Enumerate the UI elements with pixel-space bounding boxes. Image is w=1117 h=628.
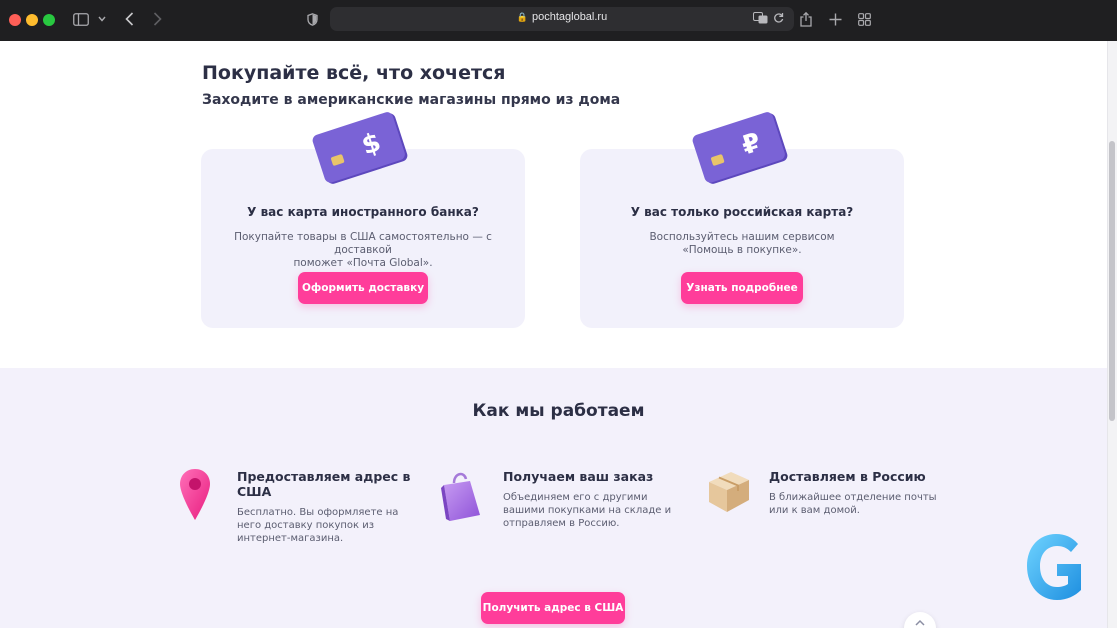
page-scrollbar[interactable]: [1107, 41, 1117, 628]
card-heading: У вас только российская карта?: [630, 205, 854, 219]
page-subtitle: Заходите в американские магазины прямо и…: [202, 92, 621, 108]
foreign-bank-card-panel: У вас карта иностранного банка? Покупайт…: [201, 149, 525, 328]
step-title-line: США: [237, 484, 272, 499]
step-description-line: интернет-магазина.: [237, 533, 344, 544]
back-icon[interactable]: [120, 8, 138, 30]
step-description-line: В ближайшее отделение почты: [769, 492, 937, 503]
step-title-line: Доставляем в Россию: [769, 469, 926, 484]
card-heading: У вас карта иностранного банка?: [247, 205, 479, 219]
step-description-line: отправляем в Россию.: [503, 518, 620, 529]
url-text: 🔒 pochtaglobal.ru: [330, 11, 794, 23]
privacy-shield-icon[interactable]: [303, 8, 321, 30]
browser-toolbar: 🔒 pochtaglobal.ru: [0, 0, 1117, 41]
url-label: pochtaglobal.ru: [531, 11, 608, 23]
step-title: Доставляем в Россию: [769, 469, 926, 484]
step-title-line: Предоставляем адрес в: [237, 469, 411, 484]
new-tab-icon[interactable]: [827, 8, 843, 30]
card-description: Воспользуйтесь нашим сервисом «Помощь в …: [590, 231, 894, 257]
step-description-line: Объединяем его с другими: [503, 492, 648, 503]
step-description: Объединяем его с другими вашими покупкам…: [503, 491, 671, 530]
step-description-line: вашими покупками на складе и: [503, 505, 672, 516]
reload-icon[interactable]: [773, 12, 784, 27]
arrange-delivery-button[interactable]: Оформить доставку: [298, 272, 428, 304]
step-description-line: него доставку покупок из: [237, 520, 375, 531]
minimize-window-button[interactable]: [26, 14, 38, 26]
card-description-line: Воспользуйтесь нашим сервисом: [649, 231, 835, 243]
chevron-up-icon: [915, 619, 925, 626]
shopping-bag-icon: [441, 472, 480, 521]
page-title: Покупайте всё, что хочется: [202, 62, 506, 84]
parcel-box-icon: [709, 472, 749, 512]
address-bar[interactable]: 🔒 pochtaglobal.ru: [330, 7, 794, 31]
step-title-line: Получаем ваш заказ: [503, 469, 654, 484]
step-description: Бесплатно. Вы оформляете на него доставк…: [237, 506, 398, 545]
sidebar-toggle-icon[interactable]: [70, 8, 92, 30]
card-description-line: поможет «Почта Global».: [293, 257, 433, 269]
chevron-down-icon[interactable]: [95, 8, 109, 30]
step-description-line: Бесплатно. Вы оформляете на: [237, 507, 399, 518]
lock-icon: 🔒: [516, 12, 528, 22]
forward-icon[interactable]: [148, 8, 166, 30]
step-title: Получаем ваш заказ: [503, 469, 653, 484]
card-description-line: Покупайте товары в США самостоятельно — …: [234, 231, 492, 256]
russian-card-panel: У вас только российская карта? Воспользу…: [580, 149, 904, 328]
close-window-button[interactable]: [9, 14, 21, 26]
card-description: Покупайте товары в США самостоятельно — …: [211, 231, 515, 270]
get-us-address-button[interactable]: Получить адрес в США: [481, 592, 625, 624]
learn-more-button[interactable]: Узнать подробнее: [681, 272, 803, 304]
scrollbar-thumb[interactable]: [1109, 141, 1115, 421]
card-description-line: «Помощь в покупке».: [682, 244, 802, 256]
g-logo-icon: [1027, 534, 1081, 600]
tab-overview-icon[interactable]: [856, 8, 872, 30]
map-pin-icon: [180, 469, 210, 520]
step-description: В ближайшее отделение почты или к вам до…: [769, 491, 937, 517]
step-description-line: или к вам домой.: [769, 505, 860, 516]
dollar-card-icon: $: [312, 112, 408, 184]
share-icon[interactable]: [798, 8, 814, 30]
zoom-window-button[interactable]: [43, 14, 55, 26]
translate-icon[interactable]: [753, 12, 768, 27]
step-title: Предоставляем адрес в США: [237, 469, 410, 499]
ruble-card-icon: ₽: [692, 112, 788, 184]
section-title: Как мы работаем: [472, 401, 645, 421]
